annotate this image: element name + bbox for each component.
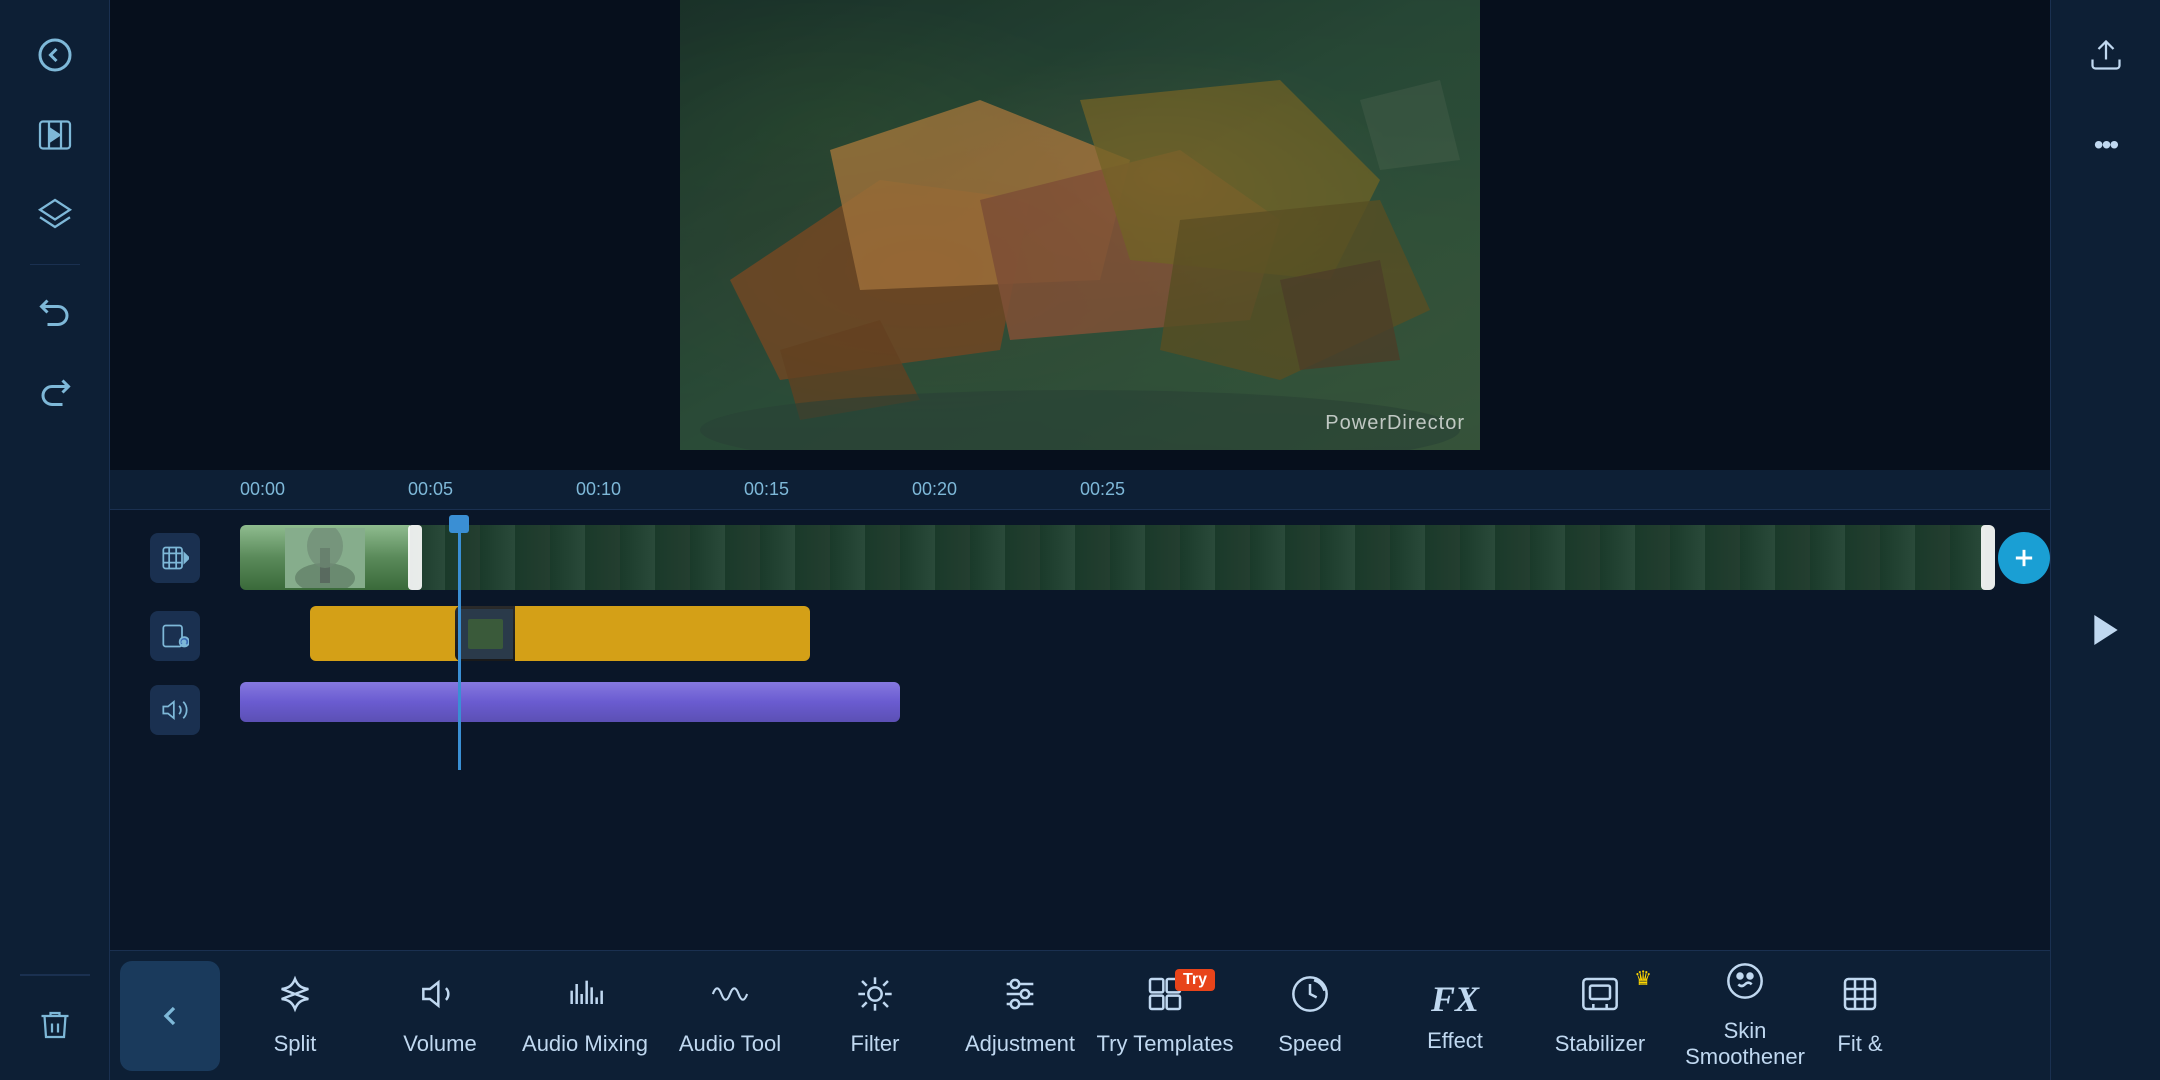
timeline-ruler: 00:00 00:05 00:10 00:15 00:20 00:25 [110,470,2050,510]
play-button[interactable] [2066,590,2146,670]
sidebar-divider-2 [20,974,90,976]
back-nav-icon[interactable] [20,20,90,90]
tool-volume[interactable]: Volume [370,961,510,1071]
bottom-toolbar: Split Volume [110,950,2050,1080]
svg-text:2: 2 [182,640,186,647]
track-controls-audio [110,685,240,735]
tool-effect[interactable]: FX Effect [1385,961,1525,1071]
audio-mixing-label: Audio Mixing [522,1031,648,1057]
preview-right-space [1480,0,2050,470]
tool-filter[interactable]: Filter [805,961,945,1071]
ruler-mark-2: 00:10 [576,479,744,500]
crown-badge: ♛ [1634,966,1652,991]
tool-audio-tool[interactable]: Audio Tool [660,961,800,1071]
audio-clip[interactable] [240,682,900,722]
tool-audio-mixing[interactable]: Audio Mixing [515,961,655,1071]
delete-icon[interactable] [20,990,90,1060]
video-preview: PowerDirector [680,0,1480,450]
overlay-clip-2[interactable] [455,606,810,661]
trim-handle-left[interactable] [408,525,422,590]
fit-label: Fit & [1837,1031,1882,1057]
audio-track-icon[interactable] [150,685,200,735]
tool-adjustment[interactable]: Adjustment [950,961,1090,1071]
trim-handle-right[interactable] [1981,525,1995,590]
playhead-line [458,520,461,770]
volume-icon [420,974,460,1023]
overlay-track-1-content [240,601,2050,671]
tool-split[interactable]: Split [225,961,365,1071]
left-sidebar [0,0,110,1080]
split-label: Split [274,1031,317,1057]
try-badge: Try [1175,969,1215,991]
audio-track-content [240,677,2050,742]
ruler-marks: 00:00 00:05 00:10 00:15 00:20 00:25 [240,479,1248,500]
track-controls-overlay1: 2 [110,611,240,661]
upload-icon[interactable] [2071,20,2141,90]
overlay-clip-2-thumb [455,606,515,661]
toolbar-back-button[interactable] [120,961,220,1071]
split-icon [275,974,315,1023]
video-track-icon[interactable] [150,533,200,583]
skin-smoothener-label: Skin Smoothener [1675,1018,1815,1070]
ruler-mark-3: 00:15 [744,479,912,500]
speed-label: Speed [1278,1031,1342,1057]
main-video-clip[interactable] [240,525,1995,590]
more-dots: ••• [2094,129,2117,161]
clip-foggy-segment [240,525,410,590]
clip-main-segment [410,525,1995,590]
preview-left-space [110,0,680,470]
ruler-mark-4: 00:20 [912,479,1080,500]
skin-smoothener-icon [1725,961,1765,1010]
add-track-button[interactable] [1998,532,2050,584]
main-track-content [240,520,2050,595]
tool-skin-smoothener[interactable]: Skin Smoothener [1675,961,1815,1071]
filter-icon [855,974,895,1023]
main-content: PowerDirector 00:00 00:05 00:10 00:15 00… [110,0,2050,1080]
tool-stabilizer[interactable]: ♛ Stabilizer [1530,961,1670,1071]
track-controls-1 [110,533,240,583]
audio-mixing-icon [565,974,605,1023]
tool-templates[interactable]: Try Try Templates [1095,961,1235,1071]
filter-label: Filter [851,1031,900,1057]
stabilizer-icon [1580,974,1620,1023]
adjustment-icon [1000,974,1040,1023]
main-video-track [110,520,2050,595]
video-rocks-bg [680,0,1480,450]
ruler-mark-0: 00:00 [240,479,408,500]
tool-fit[interactable]: Fit & [1820,961,1900,1071]
stabilizer-label: Stabilizer [1555,1031,1645,1057]
volume-label: Volume [403,1031,476,1057]
ruler-mark-5: 00:25 [1080,479,1248,500]
effect-label: Effect [1427,1028,1483,1054]
effect-icon: FX [1431,978,1479,1020]
playhead-top [449,515,469,533]
overlay-track-1-icon[interactable]: 2 [150,611,200,661]
right-sidebar: ••• [2050,0,2160,1080]
audio-track-row [110,677,2050,742]
fit-icon [1840,974,1880,1023]
audio-tool-label: Audio Tool [679,1031,781,1057]
templates-label: Try Templates [1097,1031,1234,1057]
media-music-icon[interactable] [20,100,90,170]
more-options-icon[interactable]: ••• [2071,110,2141,180]
ruler-mark-1: 00:05 [408,479,576,500]
sidebar-divider-1 [30,264,80,265]
watermark: PowerDirector [1325,412,1465,435]
overlay-track-1-row: 2 [110,601,2050,671]
speed-icon [1290,974,1330,1023]
adjustment-label: Adjustment [965,1031,1075,1057]
preview-row: PowerDirector [110,0,2050,470]
layers-icon[interactable] [20,180,90,250]
audio-tool-icon [710,974,750,1023]
timeline-tracks: 2 [110,510,2050,950]
undo-icon[interactable] [20,279,90,349]
redo-icon[interactable] [20,359,90,429]
timeline-area: 00:00 00:05 00:10 00:15 00:20 00:25 [110,470,2050,1080]
tool-speed[interactable]: Speed [1240,961,1380,1071]
